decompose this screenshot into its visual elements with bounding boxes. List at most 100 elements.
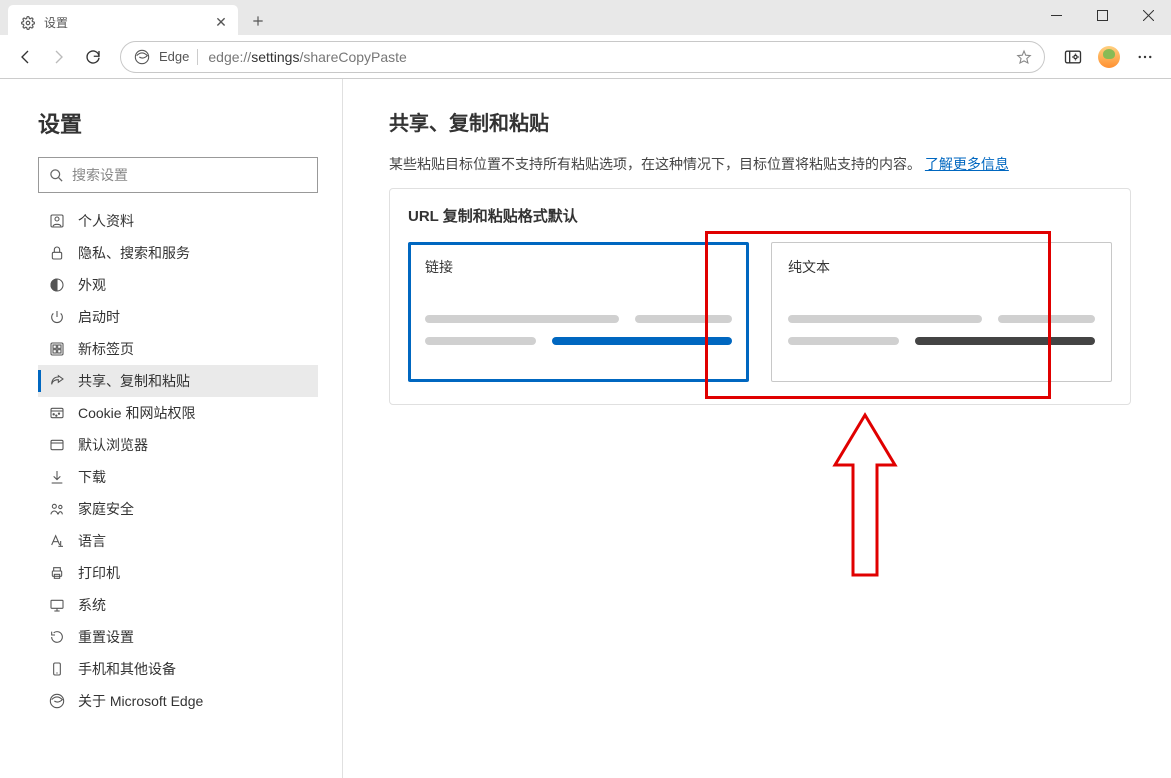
placeholder-bar <box>425 315 619 323</box>
toolbar-right <box>1055 40 1163 74</box>
sidebar-item-label: 隐私、搜索和服务 <box>78 243 190 263</box>
placeholder-bar-accent <box>915 337 1095 345</box>
option-plaintext-title: 纯文本 <box>788 257 1095 277</box>
search-settings-box[interactable] <box>38 157 318 193</box>
sidebar-item-share[interactable]: 共享、复制和粘贴 <box>38 365 318 397</box>
card-title: URL 复制和粘贴格式默认 <box>408 205 1112 226</box>
page-heading: 共享、复制和粘贴 <box>389 107 1131 136</box>
placeholder-bar <box>788 337 899 345</box>
sidebar-item-phone[interactable]: 手机和其他设备 <box>38 653 318 685</box>
search-icon <box>49 168 64 183</box>
sidebar-item-about[interactable]: 关于 Microsoft Edge <box>38 685 318 717</box>
option-plaintext[interactable]: 纯文本 <box>771 242 1112 382</box>
sidebar-item-family[interactable]: 家庭安全 <box>38 493 318 525</box>
sidebar-item-language[interactable]: 语言 <box>38 525 318 557</box>
settings-sidebar: 设置 个人资料隐私、搜索和服务外观启动时新标签页共享、复制和粘贴 Cookie 和… <box>0 79 343 778</box>
window-minimize-button[interactable] <box>1033 0 1079 30</box>
new-tab-button[interactable] <box>244 7 272 35</box>
sidebar-item-profile[interactable]: 个人资料 <box>38 205 318 237</box>
language-icon <box>46 533 68 549</box>
address-bar[interactable]: Edge edge://settings/shareCopyPaste <box>120 41 1045 73</box>
sidebar-item-label: 个人资料 <box>78 211 134 231</box>
forward-button[interactable] <box>42 40 76 74</box>
option-link-title: 链接 <box>425 257 732 277</box>
edge-icon <box>133 48 151 66</box>
back-button[interactable] <box>8 40 42 74</box>
profile-avatar-icon <box>1098 46 1120 68</box>
placeholder-bar <box>788 315 982 323</box>
window-maximize-button[interactable] <box>1079 0 1125 30</box>
printer-icon <box>46 565 68 581</box>
sidebar-item-label: 新标签页 <box>78 339 134 359</box>
system-icon <box>46 597 68 613</box>
sidebar-item-download[interactable]: 下载 <box>38 461 318 493</box>
profile-icon <box>46 213 68 229</box>
browser-tab[interactable]: 设置 ✕ <box>8 5 238 40</box>
content-area: 设置 个人资料隐私、搜索和服务外观启动时新标签页共享、复制和粘贴Cookie 和… <box>0 79 1171 778</box>
refresh-button[interactable] <box>76 40 110 74</box>
placeholder-bar <box>998 315 1095 323</box>
settings-main: 共享、复制和粘贴 某些粘贴目标位置不支持所有粘贴选项，在这种情况下，目标位置将粘… <box>343 79 1171 778</box>
window-controls <box>1033 0 1171 30</box>
url-text: edge://settings/shareCopyPaste <box>208 49 406 65</box>
sidebar-item-label: 启动时 <box>78 307 120 327</box>
favorite-star-icon[interactable] <box>1016 49 1032 65</box>
sidebar-item-label: 共享、复制和粘贴 <box>78 371 190 391</box>
browser-toolbar: Edge edge://settings/shareCopyPaste <box>0 35 1171 79</box>
sidebar-item-label: Cookie 和网站权限 <box>78 403 195 423</box>
more-button[interactable] <box>1127 40 1163 74</box>
address-separator <box>197 49 198 65</box>
appearance-icon <box>46 277 68 293</box>
profile-button[interactable] <box>1091 40 1127 74</box>
about-icon <box>46 693 68 709</box>
placeholder-bar-accent <box>552 337 732 345</box>
sidebar-item-label: 外观 <box>78 275 106 295</box>
phone-icon <box>46 661 68 677</box>
reset-icon <box>46 629 68 645</box>
option-link[interactable]: 链接 <box>408 242 749 382</box>
annotation-arrow-icon <box>825 405 905 605</box>
window-close-button[interactable] <box>1125 0 1171 30</box>
site-identity-label: Edge <box>159 49 189 64</box>
browser-icon <box>46 437 68 453</box>
grid-icon <box>46 341 68 357</box>
share-icon <box>46 373 68 389</box>
sidebar-item-label: 家庭安全 <box>78 499 134 519</box>
sidebar-item-lock[interactable]: 隐私、搜索和服务 <box>38 237 318 269</box>
sidebar-item-label: 手机和其他设备 <box>78 659 176 679</box>
search-settings-input[interactable] <box>72 167 307 183</box>
tab-close-button[interactable]: ✕ <box>214 14 228 31</box>
sidebar-item-label: 关于 Microsoft Edge <box>78 691 203 711</box>
sidebar-item-label: 下载 <box>78 467 106 487</box>
sidebar-item-power[interactable]: 启动时 <box>38 301 318 333</box>
download-icon <box>46 469 68 485</box>
format-options: 链接 纯文本 <box>408 242 1112 382</box>
power-icon <box>46 309 68 325</box>
placeholder-bar <box>635 315 732 323</box>
page-description: 某些粘贴目标位置不支持所有粘贴选项，在这种情况下，目标位置将粘贴支持的内容。 了… <box>389 154 1131 174</box>
settings-nav-list: 个人资料隐私、搜索和服务外观启动时新标签页共享、复制和粘贴 Cookie 和网站权… <box>38 205 318 717</box>
settings-title: 设置 <box>38 107 318 139</box>
collections-button[interactable] <box>1055 40 1091 74</box>
family-icon <box>46 501 68 517</box>
placeholder-bar <box>425 337 536 345</box>
sidebar-item-label: 系统 <box>78 595 106 615</box>
url-format-card: URL 复制和粘贴格式默认 链接 纯文本 <box>389 188 1131 405</box>
cookie-icon <box>46 405 68 421</box>
sidebar-item-printer[interactable]: 打印机 <box>38 557 318 589</box>
sidebar-item-appearance[interactable]: 外观 <box>38 269 318 301</box>
sidebar-item-grid[interactable]: 新标签页 <box>38 333 318 365</box>
lock-icon <box>46 245 68 261</box>
tab-title: 设置 <box>44 14 214 31</box>
gear-icon <box>20 15 36 31</box>
sidebar-item-label: 重置设置 <box>78 627 134 647</box>
sidebar-item-label: 默认浏览器 <box>78 435 148 455</box>
learn-more-link[interactable]: 了解更多信息 <box>925 156 1009 172</box>
sidebar-item-system[interactable]: 系统 <box>38 589 318 621</box>
sidebar-item-reset[interactable]: 重置设置 <box>38 621 318 653</box>
sidebar-item-label: 语言 <box>78 531 106 551</box>
sidebar-item-cookie[interactable]: Cookie 和网站权限 <box>38 397 318 429</box>
window-titlebar: 设置 ✕ <box>0 0 1171 35</box>
sidebar-item-label: 打印机 <box>78 563 120 583</box>
sidebar-item-browser[interactable]: 默认浏览器 <box>38 429 318 461</box>
